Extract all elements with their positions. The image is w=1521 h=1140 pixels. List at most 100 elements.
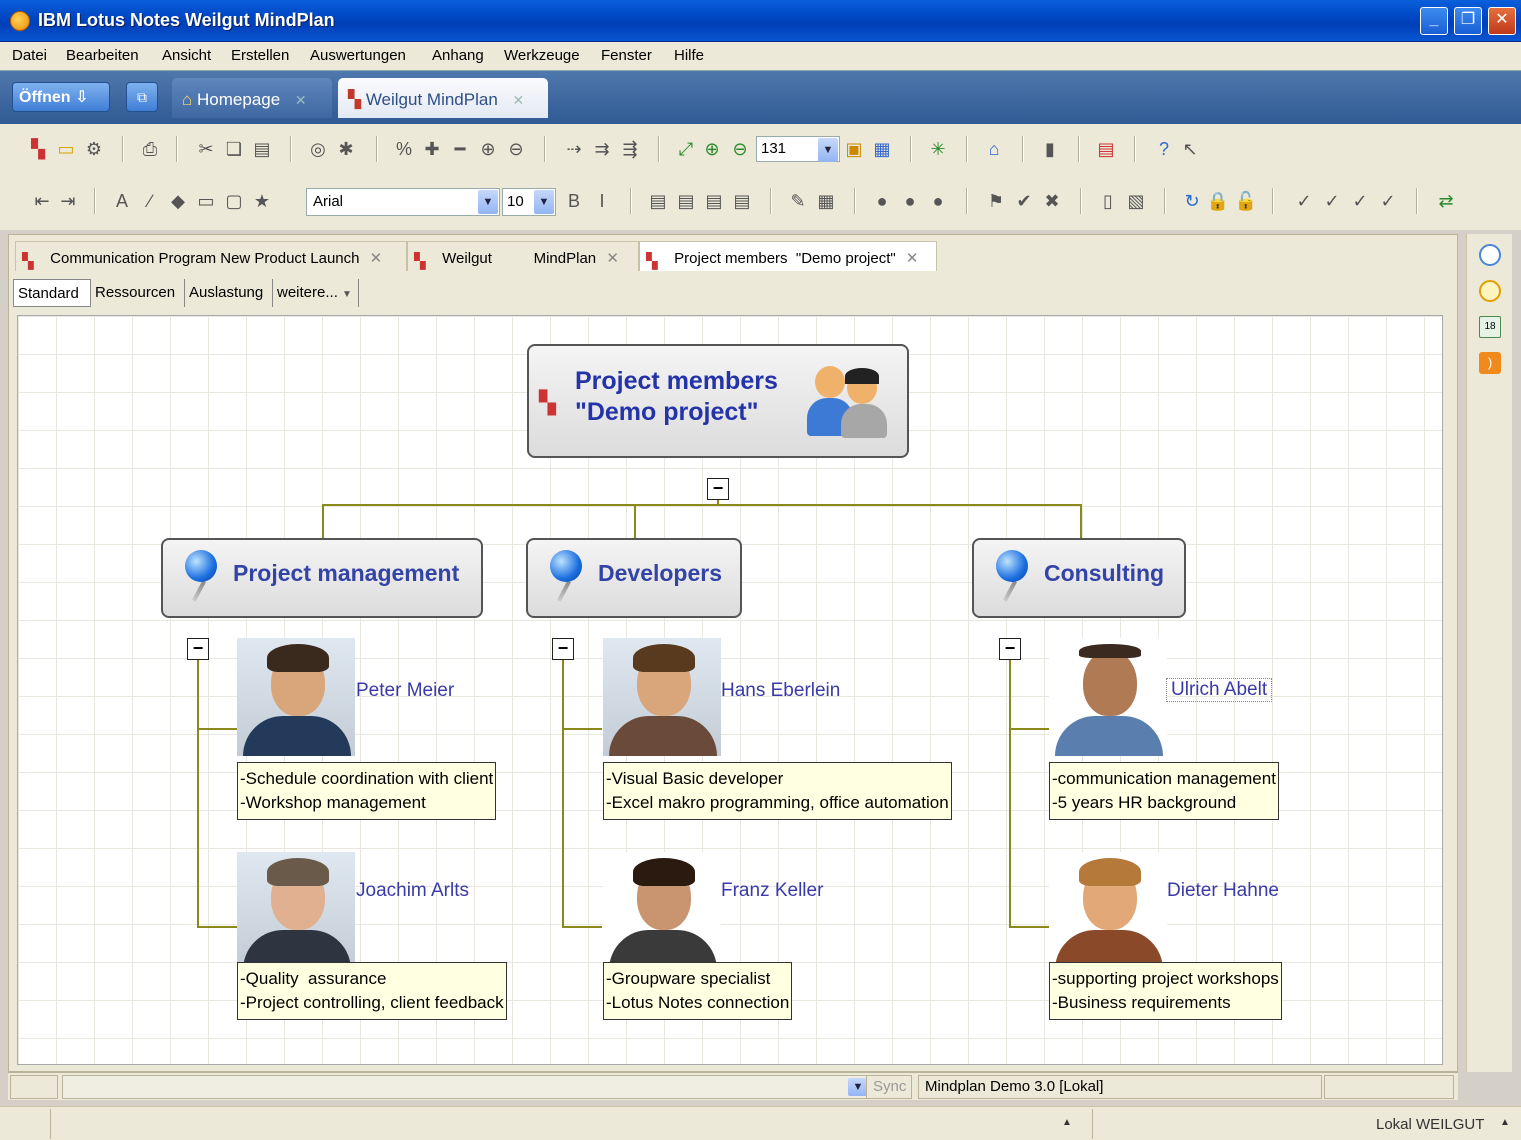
menu-fenster[interactable]: Fenster	[601, 47, 652, 64]
shape-icon[interactable]: ▢	[222, 189, 246, 213]
new-mindmap-icon[interactable]: ▚	[26, 137, 50, 161]
cross-icon[interactable]: ✖	[1040, 189, 1064, 213]
doc-tab-close-icon[interactable]: ✕	[370, 250, 383, 267]
layout-tree-icon[interactable]: ⇉	[590, 137, 614, 161]
brush-icon[interactable]: ✎	[786, 189, 810, 213]
rss-feed-icon[interactable]: )	[1479, 352, 1501, 374]
star-icon[interactable]: ★	[250, 189, 274, 213]
zoom-level-select[interactable]: 131 ▼	[756, 136, 840, 162]
menu-anhang[interactable]: Anhang	[432, 47, 484, 64]
help-icon[interactable]: ?	[1152, 137, 1176, 161]
line-style-icon[interactable]: ∕	[138, 189, 162, 213]
priority-1-icon[interactable]: ●	[870, 189, 894, 213]
zoom-in-icon[interactable]: ⊕	[700, 137, 724, 161]
collapse-node-icon[interactable]: ⊖	[504, 137, 528, 161]
doc-tab-weilgut-mindplan[interactable]: ▚ Weilgut MindPlan ✕	[407, 241, 639, 271]
report-icon[interactable]: ▤	[1094, 137, 1118, 161]
document-icon[interactable]: ▯	[1096, 189, 1120, 213]
zoom-out-icon[interactable]: ⊖	[728, 137, 752, 161]
branch-node-consulting[interactable]: Consulting	[972, 538, 1186, 618]
close-button[interactable]: ✕	[1488, 7, 1516, 35]
open-folder-icon[interactable]: ▭	[54, 137, 78, 161]
menu-erstellen[interactable]: Erstellen	[231, 47, 289, 64]
note-icon[interactable]: ▧	[1124, 189, 1148, 213]
menu-hilfe[interactable]: Hilfe	[674, 47, 704, 64]
paste-icon[interactable]: ▤	[250, 137, 274, 161]
home-view-icon[interactable]: ⌂	[982, 137, 1006, 161]
root-collapse-toggle[interactable]: −	[707, 478, 729, 500]
add-node-icon[interactable]: ✚	[420, 137, 444, 161]
doc-tab-close-icon[interactable]: ✕	[606, 250, 619, 267]
fit-page-icon[interactable]: ▣	[842, 137, 866, 161]
branch-node-project-management[interactable]: Project management	[161, 538, 483, 618]
task-1-icon[interactable]: ✓	[1292, 189, 1316, 213]
zoom-fit-icon[interactable]: ⤢	[674, 137, 698, 161]
tab-homepage[interactable]: ⌂ Homepage ✕	[172, 78, 332, 118]
move-right-icon[interactable]: ⇥	[56, 189, 80, 213]
doc-tab-project-members[interactable]: ▚ Project members "Demo project" ✕	[639, 241, 937, 271]
view-tab-ressourcen[interactable]: Ressourcen	[91, 279, 185, 307]
task-4-icon[interactable]: ✓	[1376, 189, 1400, 213]
branch-node-developers[interactable]: Developers	[526, 538, 742, 618]
hide-icon[interactable]: ◎	[306, 137, 330, 161]
fill-icon[interactable]: ◆	[166, 189, 190, 213]
chat-icon[interactable]	[1479, 244, 1501, 266]
align-center-icon[interactable]: ▤	[674, 189, 698, 213]
task-2-icon[interactable]: ✓	[1320, 189, 1344, 213]
root-node[interactable]: ▚ Project members "Demo project"	[527, 344, 909, 458]
menu-auswertungen[interactable]: Auswertungen	[310, 47, 406, 64]
branch-collapse-toggle[interactable]: −	[552, 638, 574, 660]
activities-icon[interactable]	[1479, 280, 1501, 302]
person-name-joachim-arlts[interactable]: Joachim Arlts	[356, 880, 469, 902]
tools-icon[interactable]: ✱	[334, 137, 358, 161]
calendar-icon[interactable]: 18	[1479, 316, 1501, 338]
chevron-down-icon[interactable]: ▼	[848, 1078, 868, 1096]
tab-mindplan-close-icon[interactable]: ✕	[513, 92, 525, 108]
fit-width-icon[interactable]: ▦	[870, 137, 894, 161]
window-list-icon[interactable]: ⧉	[126, 82, 158, 112]
database-icon[interactable]: ▮	[1038, 137, 1062, 161]
bold-icon[interactable]: B	[562, 189, 586, 213]
chevron-down-icon[interactable]: ▼	[818, 138, 838, 162]
menu-werkzeuge[interactable]: Werkzeuge	[504, 47, 580, 64]
copy-icon[interactable]: ❏	[222, 137, 246, 161]
refresh-icon[interactable]: ↻	[1180, 189, 1204, 213]
branch-collapse-toggle[interactable]: −	[999, 638, 1021, 660]
priority-2-icon[interactable]: ●	[898, 189, 922, 213]
status-arrow-up-icon[interactable]: ▲	[1062, 1117, 1072, 1128]
sync-button[interactable]: Sync	[866, 1075, 912, 1099]
chevron-down-icon[interactable]: ▼	[534, 190, 554, 214]
check-icon[interactable]: ✔	[1012, 189, 1036, 213]
font-size-select[interactable]: 10 ▼	[502, 188, 556, 216]
border-icon[interactable]: ▭	[194, 189, 218, 213]
lock-icon[interactable]: 🔒	[1206, 189, 1230, 213]
print-icon[interactable]: ⎙	[138, 137, 162, 161]
location-arrow-up-icon[interactable]: ▲	[1500, 1117, 1510, 1128]
align-justify-icon[interactable]: ▤	[730, 189, 754, 213]
expand-all-icon[interactable]: ✳	[926, 137, 950, 161]
priority-3-icon[interactable]: ●	[926, 189, 950, 213]
text-color-icon[interactable]: A	[110, 189, 134, 213]
view-tab-auslastung[interactable]: Auslastung	[185, 279, 273, 307]
settings-icon[interactable]: ⚙	[82, 137, 106, 161]
person-name-hans-eberlein[interactable]: Hans Eberlein	[721, 680, 840, 702]
chevron-down-icon[interactable]: ▼	[478, 190, 498, 214]
unlock-icon[interactable]: 🔓	[1234, 189, 1258, 213]
task-3-icon[interactable]: ✓	[1348, 189, 1372, 213]
minimize-button[interactable]: _	[1420, 7, 1448, 35]
clear-format-icon[interactable]: ▦	[814, 189, 838, 213]
cut-icon[interactable]: ✂	[194, 137, 218, 161]
restore-button[interactable]: ❐	[1454, 7, 1482, 35]
person-name-ulrich-abelt[interactable]: Ulrich Abelt	[1166, 678, 1273, 702]
remove-node-icon[interactable]: ━	[448, 137, 472, 161]
tab-weilgut-mindplan[interactable]: ▚ Weilgut MindPlan ✕	[338, 78, 548, 118]
tab-homepage-close-icon[interactable]: ✕	[295, 92, 307, 108]
italic-icon[interactable]: I	[590, 189, 614, 213]
view-tab-standard[interactable]: Standard	[13, 279, 91, 307]
person-name-franz-keller[interactable]: Franz Keller	[721, 880, 823, 902]
person-name-dieter-hahne[interactable]: Dieter Hahne	[1167, 880, 1279, 902]
doc-tab-communication-program[interactable]: ▚ Communication Program New Product Laun…	[15, 241, 407, 271]
context-help-icon[interactable]: ↖	[1178, 137, 1202, 161]
open-button[interactable]: Öffnen ⇩	[12, 82, 110, 112]
align-left-icon[interactable]: ▤	[646, 189, 670, 213]
